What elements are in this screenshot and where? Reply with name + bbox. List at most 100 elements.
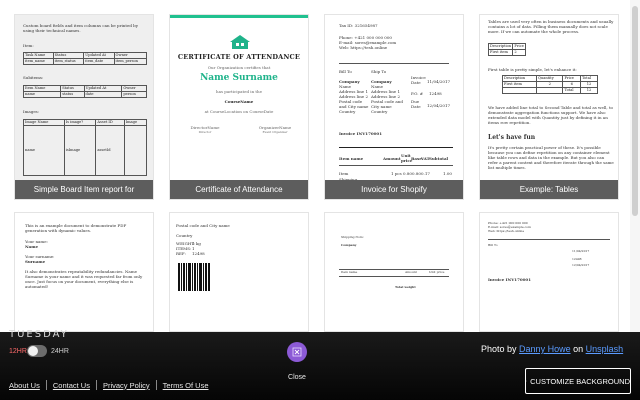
tax-id: Tax ID: 321654987 bbox=[339, 23, 378, 28]
row-unit: 0.80 bbox=[403, 171, 412, 176]
about-us-link[interactable]: About Us bbox=[9, 381, 40, 390]
template-card-monday[interactable]: Custom board fields and item columns can… bbox=[14, 14, 154, 200]
packing-col-price: Unit price bbox=[429, 270, 445, 274]
col-amount: Amount bbox=[383, 156, 401, 161]
bottom-bar: TUESDAY 12HR 24HR About Us Contact Us Pr… bbox=[0, 329, 640, 400]
card-caption: Invoice for Shopify bbox=[325, 180, 463, 199]
table-header-rule bbox=[339, 165, 453, 166]
certificate-accent-bar bbox=[170, 15, 308, 18]
col-item-name: Item name bbox=[339, 156, 364, 161]
template-card-certificate[interactable]: CERTIFICATE OF ATTENDANCE Our Organizati… bbox=[169, 14, 309, 200]
row-vat: 0.17 bbox=[421, 171, 430, 176]
photo-author-link[interactable]: Danny Howe bbox=[519, 344, 571, 354]
tables-aggregation-text: We have added line total to Second Table… bbox=[488, 105, 613, 125]
close-label[interactable]: Close bbox=[280, 374, 314, 381]
cell: name bbox=[23, 125, 65, 176]
link-separator bbox=[95, 380, 97, 390]
gallery-scrollbar[interactable] bbox=[630, 0, 640, 332]
packing-col-item: Item name bbox=[341, 270, 358, 274]
cell bbox=[123, 125, 148, 176]
invoice-number: Invoice INV170001 bbox=[339, 131, 382, 136]
bill-address-5: Country bbox=[339, 109, 356, 114]
unsplash-link[interactable]: Unsplash bbox=[586, 344, 624, 354]
row-subtotal: 1.00 bbox=[443, 171, 452, 176]
card-intro: Custom board fields and item columns can… bbox=[23, 23, 139, 33]
col-header: Description bbox=[487, 43, 514, 50]
subitems-table: Item Name Status Updated At Owner name s… bbox=[22, 85, 147, 98]
item-table: Task Name Status Updated At Owner item_n… bbox=[23, 52, 148, 65]
bill-to-label: Bill To bbox=[488, 243, 498, 247]
privacy-policy-link[interactable]: Privacy Policy bbox=[103, 381, 150, 390]
ship-address-4: Postal code and City name bbox=[371, 99, 403, 109]
close-button[interactable] bbox=[287, 342, 307, 362]
cell bbox=[502, 87, 537, 94]
certificate-title: CERTIFICATE OF ATTENDANCE bbox=[177, 53, 301, 61]
due-date: 12/04/2017 bbox=[427, 103, 451, 108]
packing-total-label: Total weight bbox=[395, 285, 416, 289]
col-unit-price: Unit price bbox=[401, 153, 413, 163]
subitems-label: Subitems: bbox=[23, 75, 44, 80]
invoice-number: Invoice INV170001 bbox=[488, 277, 531, 282]
template-card-packing-slip[interactable]: Shipping from: Company Item name Amount … bbox=[324, 212, 464, 332]
due-date: 12/04/2017 bbox=[572, 263, 590, 267]
your-surname-value: Surname bbox=[25, 259, 46, 264]
po-value: 12498 bbox=[429, 91, 442, 96]
card-caption: Example: Tables bbox=[480, 180, 618, 199]
cell: item_status bbox=[52, 58, 85, 65]
credit-middle: on bbox=[573, 344, 584, 354]
toggle-knob bbox=[28, 346, 38, 356]
row-amount: 1 pcs bbox=[391, 171, 402, 176]
barcode-icon bbox=[178, 263, 210, 291]
tables-enhance-text: First table is pretty simple, let's enha… bbox=[488, 67, 577, 72]
customize-background-button[interactable]: CUSTOMIZE BACKGROUND bbox=[525, 368, 631, 394]
bill-to-label: Bill To bbox=[339, 69, 352, 74]
row-item: Item bbox=[339, 171, 349, 176]
format-24hr-label[interactable]: 24HR bbox=[51, 348, 69, 355]
col-subtotal: Subtotal bbox=[429, 156, 449, 161]
weekday-label: TUESDAY bbox=[9, 329, 69, 340]
card-caption: Simple Board Item report for Monday.com bbox=[15, 180, 153, 199]
template-card-shopify-invoice[interactable]: Tax ID: 321654987 Phone: +421 000 000 00… bbox=[324, 14, 464, 200]
country-line: Country bbox=[176, 233, 193, 238]
cell: isImage bbox=[63, 125, 97, 176]
packing-col-amount: Amount bbox=[405, 270, 417, 274]
table-top-rule bbox=[339, 147, 453, 149]
cell: date bbox=[83, 91, 123, 98]
template-card-dynamic-values[interactable]: This is an example document to demonstra… bbox=[14, 212, 154, 332]
cell: item_name bbox=[23, 58, 54, 65]
tables-fun-text: It's pretty certain practical power of t… bbox=[488, 145, 614, 170]
cell: First item bbox=[487, 49, 514, 56]
your-name-value: Name bbox=[25, 244, 39, 249]
scrollbar-thumb[interactable] bbox=[632, 6, 638, 216]
time-format-toggle[interactable] bbox=[27, 345, 47, 357]
cell: name bbox=[22, 91, 62, 98]
footer-links: About Us Contact Us Privacy Policy Terms… bbox=[9, 380, 209, 390]
participated-text: has participated in the bbox=[216, 89, 262, 94]
ref-value: 12498 bbox=[192, 251, 205, 256]
terms-of-use-link[interactable]: Terms Of Use bbox=[163, 381, 209, 390]
totals-table: Description Quantity Price Total First i… bbox=[502, 75, 598, 94]
invoice-date: 11/04/2017 bbox=[572, 249, 590, 253]
format-12hr-label[interactable]: 12HR bbox=[9, 348, 27, 355]
dynamic-intro: This is an example document to demonstra… bbox=[25, 223, 127, 233]
template-card-shipping-label[interactable]: Postal code and City name Country WEIGHT… bbox=[169, 212, 309, 332]
cell: status bbox=[60, 91, 85, 98]
cell: person bbox=[121, 91, 147, 98]
web: Web: https://tesh.online bbox=[339, 45, 388, 50]
template-card-invoice-2[interactable]: Phone: +421 000 000 000 E-mail: sores@ex… bbox=[479, 212, 619, 332]
repeat-text: It also demonstrates repeatability redun… bbox=[25, 269, 143, 289]
invoice-date: 11/04/2017 bbox=[427, 79, 451, 84]
contact-us-link[interactable]: Contact Us bbox=[53, 381, 90, 390]
ref-label: REF: bbox=[176, 251, 186, 256]
cell: assetId bbox=[95, 125, 125, 176]
customize-background-label: CUSTOMIZE BACKGROUND bbox=[530, 376, 630, 386]
ship-address-5: Country bbox=[371, 109, 388, 114]
tables-intro: Tables are used very often in business d… bbox=[488, 19, 614, 34]
ship-to-label: Ship To bbox=[371, 69, 387, 74]
template-card-tables[interactable]: Tables are used very often in business d… bbox=[479, 14, 619, 200]
row-base: 0.80 bbox=[412, 171, 421, 176]
divider bbox=[488, 239, 610, 240]
cell: Total bbox=[562, 87, 582, 94]
photo-credit: Photo by Danny Howe on Unsplash bbox=[481, 344, 623, 354]
postal-line: Postal code and City name bbox=[176, 223, 230, 228]
